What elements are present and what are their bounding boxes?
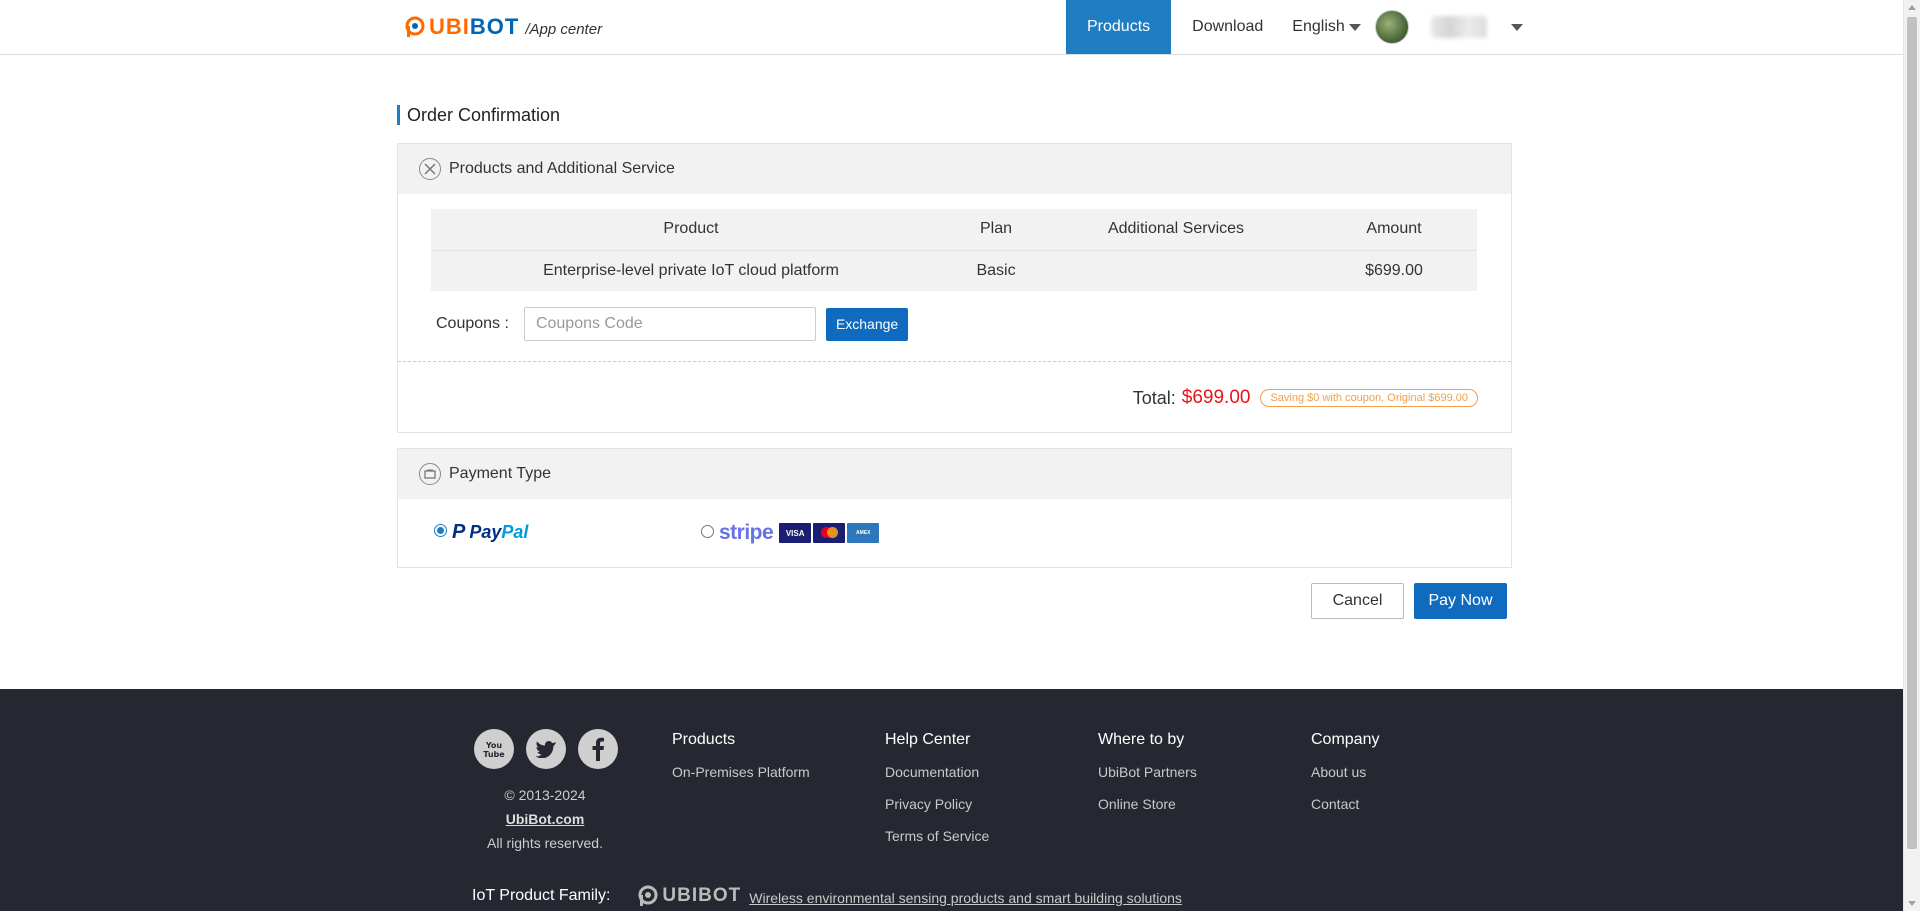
total-row: Total: $699.00 Saving $0 with coupon, Or… (1133, 387, 1478, 409)
facebook-icon[interactable] (578, 729, 618, 769)
ubibot-footer-logo[interactable]: UBIBOT (638, 885, 741, 907)
language-selector[interactable]: English (1284, 0, 1370, 54)
footer-column-help-center: Help Center Documentation Privacy Policy… (885, 731, 989, 859)
coupon-row: Coupons : Exchange (436, 307, 909, 341)
cell-plan: Basic (951, 250, 1041, 291)
pay-now-button[interactable]: Pay Now (1414, 583, 1507, 619)
coupon-label: Coupons : (436, 315, 509, 332)
payment-panel-header: Payment Type (398, 449, 1511, 499)
exchange-button[interactable]: Exchange (825, 307, 909, 341)
order-table: Product Plan Additional Services Amount … (431, 209, 1477, 291)
logo-bot-text: BOT (469, 14, 520, 39)
scroll-up-arrow-icon[interactable] (1908, 5, 1916, 10)
cell-amount: $699.00 (1311, 250, 1477, 291)
footer-link-documentation[interactable]: Documentation (885, 763, 989, 781)
saving-badge: Saving $0 with coupon, Original $699.00 (1260, 389, 1478, 407)
logo-subtitle: /App center (525, 21, 603, 38)
scroll-thumb[interactable] (1907, 17, 1917, 849)
rights-text: All rights reserved. (487, 835, 603, 851)
column-header-additional-services: Additional Services (1041, 209, 1311, 251)
products-panel: Products and Additional Service Product … (397, 143, 1512, 433)
copyright-block: © 2013-2024 UbiBot.com All rights reserv… (440, 783, 650, 855)
tools-icon (419, 158, 441, 180)
stripe-logo: stripe (719, 521, 774, 544)
footer-column-company: Company About us Contact (1311, 731, 1379, 827)
product-family-row: IoT Product Family: UBIBOT Wireless envi… (472, 885, 1182, 907)
payment-option-paypal[interactable]: P PayPal (434, 521, 528, 544)
column-header-plan: Plan (951, 209, 1041, 251)
nav-products[interactable]: Products (1066, 0, 1172, 54)
paypal-icon: P (452, 521, 466, 543)
paypal-pal-text: Pal (501, 522, 529, 542)
username-blurred[interactable] (1430, 16, 1487, 38)
payment-panel: Payment Type P PayPal stripe VISA AMEX (397, 448, 1512, 568)
footer-link-about[interactable]: About us (1311, 763, 1379, 781)
footer-link-partners[interactable]: UbiBot Partners (1098, 763, 1197, 781)
top-header: UBIBOT /App center Products Download Eng… (0, 0, 1903, 55)
footer-link-on-premises[interactable]: On-Premises Platform (672, 763, 810, 781)
paypal-radio[interactable] (434, 524, 447, 537)
paypal-pay-text: Pay (469, 522, 502, 542)
products-panel-header: Products and Additional Service (398, 144, 1511, 194)
products-panel-title: Products and Additional Service (449, 160, 675, 177)
coupon-code-input[interactable] (523, 307, 816, 341)
paypal-logo: P PayPal (452, 521, 528, 544)
cell-product: Enterprise-level private IoT cloud platf… (431, 250, 951, 291)
youtube-icon[interactable]: You Tube (474, 729, 514, 769)
footer-column-where-to-buy: Where to by UbiBot Partners Online Store (1098, 731, 1197, 827)
footer-column-title: Products (672, 731, 736, 748)
user-menu-chevron-down-icon[interactable] (1510, 23, 1523, 31)
table-header-row: Product Plan Additional Services Amount (431, 209, 1477, 251)
footer-link-online-store[interactable]: Online Store (1098, 795, 1197, 813)
site-link[interactable]: UbiBot.com (440, 807, 650, 831)
copyright-text: © 2013-2024 (504, 787, 586, 803)
ubibot-logo[interactable]: UBIBOT /App center (405, 14, 602, 40)
product-family-link[interactable]: Wireless environmental sensing products … (749, 890, 1182, 906)
footer-link-privacy[interactable]: Privacy Policy (885, 795, 989, 813)
nav-download[interactable]: Download (1171, 0, 1284, 54)
footer-link-contact[interactable]: Contact (1311, 795, 1379, 813)
column-header-product: Product (431, 209, 951, 251)
ubibot-logo-icon (405, 16, 425, 37)
scroll-down-arrow-icon[interactable] (1908, 901, 1916, 906)
twitter-icon[interactable] (526, 729, 566, 769)
page-scrollbar[interactable] (1903, 0, 1920, 911)
payment-option-stripe[interactable]: stripe VISA AMEX (701, 521, 881, 545)
total-label: Total: (1132, 387, 1176, 408)
ubibot-footer-logo-icon (638, 885, 658, 906)
column-header-amount: Amount (1311, 209, 1477, 251)
social-links: You Tube (474, 729, 618, 769)
footer-column-title: Company (1311, 731, 1380, 748)
page-title: Order Confirmation (397, 105, 560, 125)
main-nav: Products Download English (1066, 0, 1523, 54)
amex-card-icon: AMEX (847, 523, 880, 543)
footer-link-terms[interactable]: Terms of Service (885, 827, 989, 845)
footer-column-title: Help Center (885, 731, 971, 748)
svg-text:You: You (485, 741, 503, 750)
logo-ubi-text: UBI (429, 14, 470, 39)
payment-panel-title: Payment Type (449, 465, 551, 482)
product-family-label: IoT Product Family: (472, 887, 611, 904)
footer-column-title: Where to by (1098, 731, 1185, 748)
divider (398, 361, 1511, 362)
cancel-button[interactable]: Cancel (1311, 583, 1404, 619)
visa-card-icon: VISA (779, 523, 812, 543)
footer: You Tube © 2013-2024 UbiBot.com All right… (0, 689, 1903, 911)
total-value: $699.00 (1181, 387, 1251, 408)
footer-column-products: Products On-Premises Platform (672, 731, 810, 795)
footer-logo-text: UBIBOT (662, 885, 742, 906)
mastercard-icon (813, 523, 846, 543)
cell-additional-services (1041, 250, 1311, 291)
language-label: English (1292, 18, 1345, 35)
table-row: Enterprise-level private IoT cloud platf… (431, 250, 1477, 291)
wallet-icon (419, 463, 441, 485)
chevron-down-icon (1348, 23, 1361, 31)
svg-text:Tube: Tube (483, 750, 505, 759)
avatar[interactable] (1374, 10, 1409, 44)
stripe-radio[interactable] (701, 524, 714, 538)
